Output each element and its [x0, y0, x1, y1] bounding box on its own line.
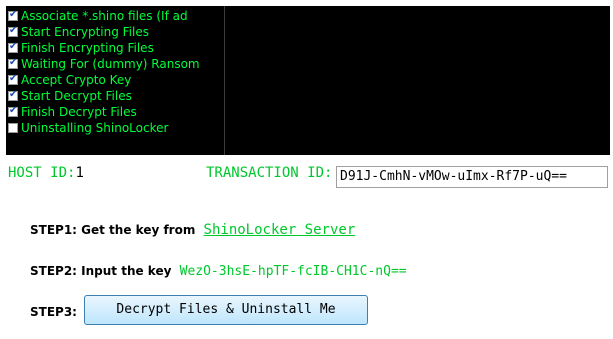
checklist-item: Start Encrypting Files — [8, 24, 222, 40]
checkbox-checked-icon — [8, 25, 18, 37]
checkbox-unchecked-icon — [8, 123, 18, 133]
decrypt-uninstall-button[interactable]: Decrypt Files & Uninstall Me — [84, 295, 368, 325]
step1-row: STEP1: Get the key from ShinoLocker Serv… — [30, 222, 355, 238]
checklist-label: Start Decrypt Files — [21, 89, 132, 103]
checkbox-checked-icon — [8, 9, 18, 21]
checklist-item: Finish Decrypt Files — [8, 104, 222, 120]
checklist-label: Associate *.shino files (If ad — [21, 9, 188, 23]
panel-divider — [224, 6, 231, 155]
transaction-id-value: D91J-CmhN-vMOw-uImx-Rf7P-uQ== — [340, 169, 567, 184]
checkbox-checked-icon — [8, 73, 18, 85]
host-id-label: HOST ID: — [8, 165, 76, 181]
transaction-id-label: TRANSACTION ID: — [206, 165, 333, 181]
shinolocker-server-link[interactable]: ShinoLocker Server — [204, 222, 356, 238]
checklist-item: Uninstalling ShinoLocker — [8, 120, 222, 136]
transaction-id-field[interactable]: D91J-CmhN-vMOw-uImx-Rf7P-uQ== — [336, 166, 608, 188]
step2-text: Input the key — [81, 264, 172, 278]
decryption-key: WezO-3hsE-hpTF-fcIB-CH1C-nQ== — [179, 264, 407, 279]
checklist-item: Associate *.shino files (If ad — [8, 8, 222, 24]
step1-text: Get the key from — [81, 223, 196, 237]
checklist-label: Uninstalling ShinoLocker — [21, 121, 169, 135]
checkbox-checked-icon — [8, 41, 18, 53]
step3-label: STEP3: — [30, 305, 77, 319]
step2-label: STEP2: — [30, 264, 77, 278]
checklist-label: Waiting For (dummy) Ransom — [21, 57, 200, 71]
progress-checklist: Associate *.shino files (If ad Start Enc… — [8, 8, 222, 136]
step1-label: STEP1: — [30, 223, 77, 237]
host-id: HOST ID:1 — [8, 165, 84, 181]
checklist-item: Start Decrypt Files — [8, 88, 222, 104]
step2-row: STEP2: Input the key WezO-3hsE-hpTF-fcIB… — [30, 264, 407, 279]
shinolocker-window: Associate *.shino files (If ad Start Enc… — [0, 0, 613, 339]
checklist-label: Start Encrypting Files — [21, 25, 149, 39]
status-console: Associate *.shino files (If ad Start Enc… — [6, 6, 610, 155]
host-id-value: 1 — [75, 165, 84, 181]
checklist-label: Finish Encrypting Files — [21, 41, 154, 55]
checklist-item: Finish Encrypting Files — [8, 40, 222, 56]
checklist-label: Finish Decrypt Files — [21, 105, 137, 119]
checkbox-checked-icon — [8, 105, 18, 117]
checklist-item: Waiting For (dummy) Ransom — [8, 56, 222, 72]
checklist-item: Accept Crypto Key — [8, 72, 222, 88]
checkbox-checked-icon — [8, 89, 18, 101]
checkbox-checked-icon — [8, 57, 18, 69]
info-panel: HOST ID:1 TRANSACTION ID: D91J-CmhN-vMOw… — [6, 160, 610, 332]
checklist-label: Accept Crypto Key — [21, 73, 132, 87]
